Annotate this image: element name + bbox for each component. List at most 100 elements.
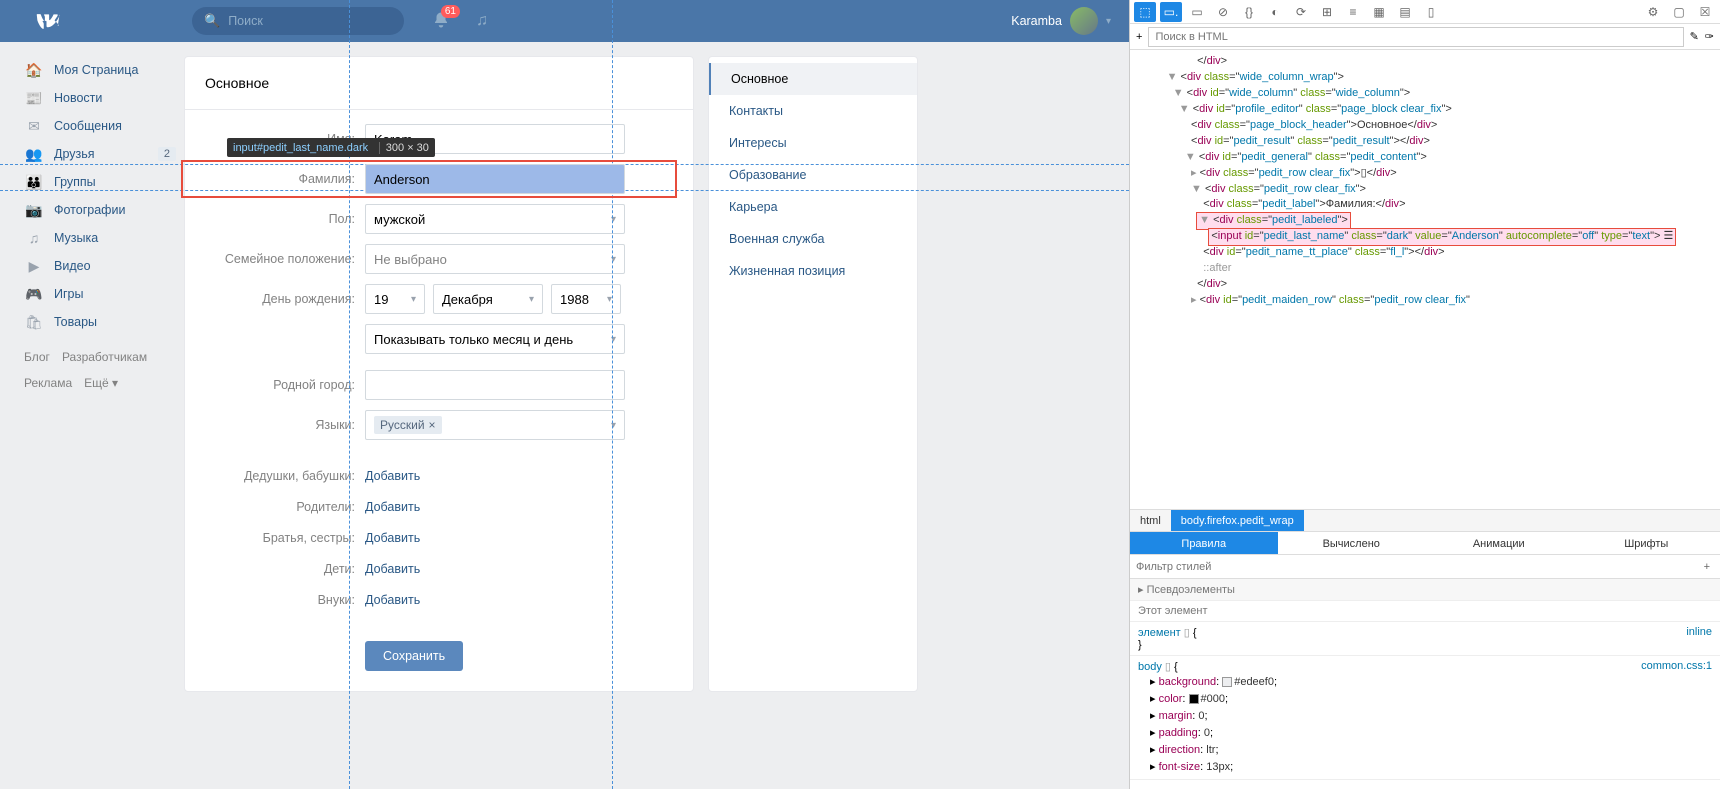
footer-link[interactable]: Реклама <box>24 376 72 390</box>
ruler-guide <box>349 0 350 789</box>
side-tab[interactable]: Карьера <box>709 191 917 223</box>
styles-subtab[interactable]: Анимации <box>1425 532 1573 554</box>
tool-icon[interactable]: {} <box>1238 2 1260 22</box>
breadcrumb: html body.firefox.pedit_wrap <box>1130 509 1720 531</box>
devtools-searchbar: + ✎ ✑ <box>1130 24 1720 50</box>
languages-select[interactable]: Русский ×▾ <box>365 410 625 440</box>
profile-editor: Основное Имя: input#pedit_last_name.dark… <box>184 56 694 692</box>
add-icon[interactable]: + <box>1136 31 1142 43</box>
close-icon[interactable]: ☒ <box>1694 2 1716 22</box>
add-rule-icon[interactable]: + <box>1700 561 1714 573</box>
inspector-tooltip: input#pedit_last_name.dark 300 × 30 <box>227 138 435 157</box>
devtools-panel: ⬚ ▭. ▭ ⊘ {} ◐ ⟳ ⊞ ≡ ▦ ▤ ▯ ⚙ ▢ ☒ + ✎ ✑ </… <box>1129 0 1720 789</box>
user-menu[interactable]: Karamba ▾ <box>1011 7 1119 35</box>
add-siblings-link[interactable]: Добавить <box>365 531 420 545</box>
page-title: Основное <box>185 57 693 110</box>
left-nav: 🏠Моя Страница📰Новости✉Сообщения👥Друзья2👪… <box>24 42 184 692</box>
tool-icon[interactable]: ▦ <box>1368 2 1390 22</box>
nav-icon: 🎮 <box>24 286 44 303</box>
nav-item[interactable]: ▶Видео <box>24 252 184 280</box>
nav-item[interactable]: ♫Музыка <box>24 224 184 252</box>
marital-select[interactable]: Не выбрано▾ <box>365 244 625 274</box>
tool-icon[interactable]: ▯ <box>1420 2 1442 22</box>
side-tab[interactable]: Военная служба <box>709 223 917 255</box>
notif-badge: 61 <box>441 5 460 18</box>
footer-link[interactable]: Разработчикам <box>62 350 147 364</box>
search-input[interactable] <box>228 14 389 28</box>
add-grandparents-link[interactable]: Добавить <box>365 469 420 483</box>
tool-icon[interactable]: ⊞ <box>1316 2 1338 22</box>
nav-icon: 🛍 <box>24 314 44 331</box>
hometown-input[interactable] <box>365 370 625 400</box>
devtools-toolbar: ⬚ ▭. ▭ ⊘ {} ◐ ⟳ ⊞ ≡ ▦ ▤ ▯ ⚙ ▢ ☒ <box>1130 0 1720 24</box>
nav-icon: 📷 <box>24 202 44 219</box>
add-children-link[interactable]: Добавить <box>365 562 420 576</box>
tool-icon[interactable]: ▭ <box>1186 2 1208 22</box>
styles-filter-input[interactable] <box>1136 561 1700 573</box>
nav-icon: 👪 <box>24 174 44 191</box>
tool-icon[interactable]: ⟳ <box>1290 2 1312 22</box>
styles-subtab[interactable]: Шрифты <box>1573 532 1720 554</box>
styles-subtab[interactable]: Правила <box>1130 532 1278 554</box>
tool-icon[interactable]: ◐ <box>1264 2 1286 22</box>
nav-item[interactable]: 👪Группы <box>24 168 184 196</box>
save-button[interactable]: Сохранить <box>365 641 463 671</box>
search-icon: 🔍 <box>204 13 220 29</box>
html-tree[interactable]: </div> ▼ <div class="wide_column_wrap"> … <box>1130 50 1720 509</box>
avatar <box>1070 7 1098 35</box>
gender-select[interactable]: мужской▾ <box>365 204 625 234</box>
notifications-icon[interactable]: 61 <box>432 11 450 32</box>
nav-badge: 2 <box>158 147 176 161</box>
username: Karamba <box>1011 14 1062 28</box>
highlighted-surname-row: input#pedit_last_name.dark 300 × 30 Фами… <box>185 164 673 194</box>
edit-icon[interactable]: ✎ <box>1690 30 1699 43</box>
html-search-input[interactable] <box>1148 27 1683 47</box>
nav-item[interactable]: 📷Фотографии <box>24 196 184 224</box>
label-gender: Пол: <box>185 212 365 226</box>
vk-logo-icon[interactable] <box>32 6 62 36</box>
side-tabs: ОсновноеКонтактыИнтересыОбразованиеКарье… <box>708 56 918 692</box>
dock-icon[interactable]: ▢ <box>1668 2 1690 22</box>
crumb-body[interactable]: body.firefox.pedit_wrap <box>1171 510 1304 531</box>
footer-link[interactable]: Ещё ▾ <box>84 376 118 390</box>
tool-icon[interactable]: ≡ <box>1342 2 1364 22</box>
styles-subtab[interactable]: Вычислено <box>1278 532 1426 554</box>
search-box[interactable]: 🔍 <box>192 7 404 35</box>
settings-icon[interactable]: ⚙ <box>1642 2 1664 22</box>
label-birthday: День рождения: <box>185 292 365 306</box>
nav-item[interactable]: 📰Новости <box>24 84 184 112</box>
nav-item[interactable]: 🎮Игры <box>24 280 184 308</box>
remove-icon[interactable]: × <box>429 418 436 432</box>
eyedropper-icon[interactable]: ✑ <box>1705 30 1714 43</box>
inspector-pick-icon[interactable]: ⬚ <box>1134 2 1156 22</box>
label-surname: Фамилия: <box>185 172 365 186</box>
nav-item[interactable]: ✉Сообщения <box>24 112 184 140</box>
styles-filter: + <box>1130 555 1720 579</box>
tool-icon[interactable]: ⊘ <box>1212 2 1234 22</box>
side-tab[interactable]: Основное <box>709 63 917 95</box>
nav-icon: ✉ <box>24 118 44 135</box>
bday-month-select[interactable]: Декабря▾ <box>433 284 543 314</box>
nav-icon: 🏠 <box>24 62 44 79</box>
footer-link[interactable]: Блог <box>24 350 50 364</box>
nav-item[interactable]: 🏠Моя Страница <box>24 56 184 84</box>
crumb-html[interactable]: html <box>1130 515 1171 527</box>
bday-year-select[interactable]: 1988▾ <box>551 284 621 314</box>
add-grandchildren-link[interactable]: Добавить <box>365 593 420 607</box>
label-languages: Языки: <box>185 418 365 432</box>
responsive-mode-icon[interactable]: ▭. <box>1160 2 1182 22</box>
tool-icon[interactable]: ▤ <box>1394 2 1416 22</box>
last-name-input[interactable] <box>365 164 625 194</box>
side-tab[interactable]: Интересы <box>709 127 917 159</box>
bday-visibility-select[interactable]: Показывать только месяц и день▾ <box>365 324 625 354</box>
nav-item[interactable]: 🛍Товары <box>24 308 184 336</box>
add-parents-link[interactable]: Добавить <box>365 500 420 514</box>
styles-subtabs: ПравилаВычисленоАнимацииШрифты <box>1130 531 1720 555</box>
bday-day-select[interactable]: 19▾ <box>365 284 425 314</box>
music-icon[interactable]: ♫ <box>476 12 488 30</box>
side-tab[interactable]: Жизненная позиция <box>709 255 917 287</box>
side-tab[interactable]: Контакты <box>709 95 917 127</box>
chevron-down-icon: ▾ <box>1106 16 1111 27</box>
label-hometown: Родной город: <box>185 378 365 392</box>
styles-pane: ▸ Псевдоэлементы Этот элемент inline эле… <box>1130 579 1720 789</box>
